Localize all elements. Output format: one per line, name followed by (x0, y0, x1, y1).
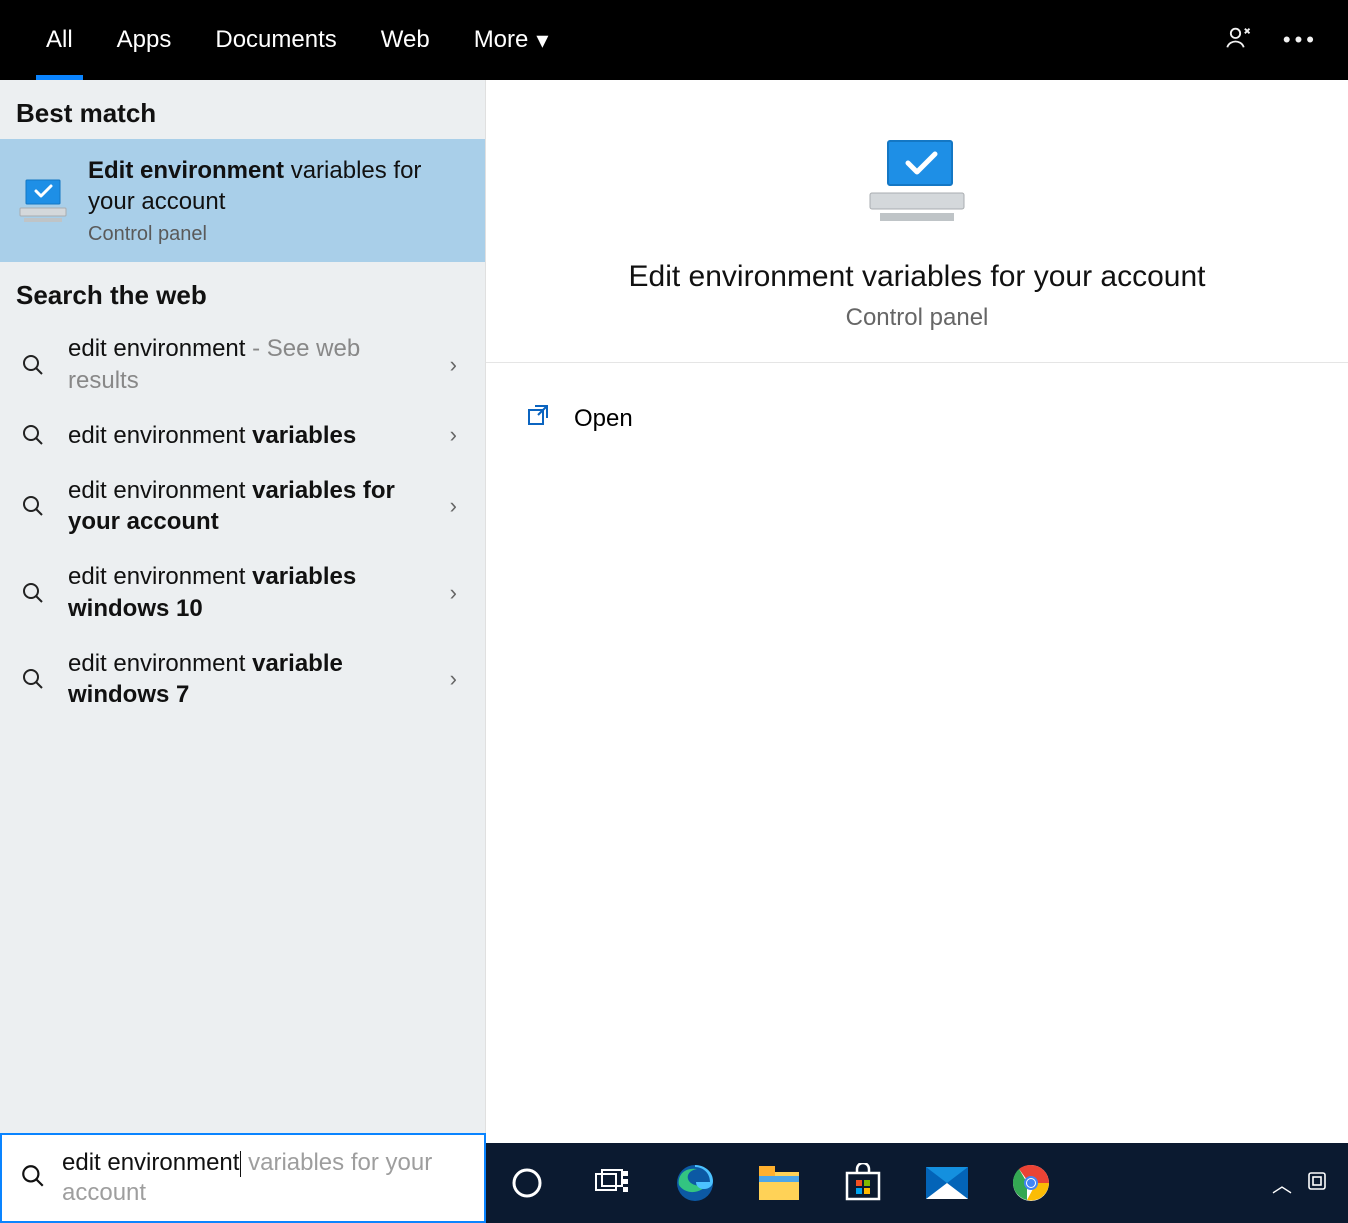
web-result-text: edit environment variables for your acco… (68, 475, 420, 537)
open-icon (526, 403, 550, 434)
web-result[interactable]: edit environment variables for your acco… (0, 463, 485, 549)
mail-icon[interactable] (926, 1162, 968, 1204)
tab-label: More (474, 26, 529, 54)
chevron-right-icon[interactable]: › (440, 666, 467, 692)
web-result[interactable]: edit environment variable windows 7 › (0, 636, 485, 722)
feedback-icon[interactable] (1225, 24, 1253, 57)
search-icon (20, 1163, 46, 1194)
web-result-text: edit environment variables windows 10 (68, 561, 420, 623)
results-panel: Best match Edit environment variables fo… (0, 80, 486, 1143)
caret-down-icon: ▾ (536, 26, 548, 55)
tab-label: Apps (117, 26, 172, 54)
control-panel-icon (18, 176, 68, 226)
web-result[interactable]: edit environment variables windows 10 › (0, 549, 485, 635)
file-explorer-icon[interactable] (758, 1162, 800, 1204)
tab-web[interactable]: Web (359, 0, 452, 80)
web-result[interactable]: edit environment - See web results › (0, 321, 485, 407)
web-result-text: edit environment - See web results (68, 333, 420, 395)
search-icon (18, 581, 48, 605)
tray-app-icon[interactable] (1306, 1170, 1328, 1197)
chevron-right-icon[interactable]: › (440, 352, 467, 378)
microsoft-store-icon[interactable] (842, 1162, 884, 1204)
more-options-icon[interactable]: ••• (1283, 27, 1318, 53)
detail-title: Edit environment variables for your acco… (486, 260, 1348, 294)
section-header-best-match: Best match (0, 80, 485, 139)
web-result-text: edit environment variable windows 7 (68, 648, 420, 710)
search-icon (18, 423, 48, 447)
chrome-icon[interactable] (1010, 1162, 1052, 1204)
tab-documents[interactable]: Documents (193, 0, 358, 80)
chevron-right-icon[interactable]: › (440, 422, 467, 448)
web-result[interactable]: edit environment variables › (0, 408, 485, 463)
tab-label: Web (381, 26, 430, 54)
search-filter-tabs: All Apps Documents Web More▾ ••• (0, 0, 1348, 80)
section-header-search-web: Search the web (0, 262, 485, 321)
search-icon (18, 353, 48, 377)
tab-label: Documents (215, 26, 336, 54)
tray-expand-icon[interactable]: ︿ (1272, 1169, 1292, 1198)
chevron-right-icon[interactable]: › (440, 580, 467, 606)
best-match-title: Edit environment variables for your acco… (88, 155, 467, 217)
detail-panel: Edit environment variables for your acco… (486, 80, 1348, 1143)
web-result-text: edit environment variables (68, 420, 420, 451)
tab-all[interactable]: All (24, 0, 95, 80)
tab-more[interactable]: More▾ (452, 0, 571, 80)
best-match-result[interactable]: Edit environment variables for your acco… (0, 139, 485, 262)
open-label: Open (574, 405, 633, 433)
search-input-display: edit environment variables for your acco… (62, 1148, 466, 1208)
detail-subtitle: Control panel (486, 304, 1348, 332)
tab-label: All (46, 26, 73, 54)
edge-icon[interactable] (674, 1162, 716, 1204)
search-icon (18, 667, 48, 691)
control-panel-large-icon (862, 135, 972, 235)
search-box[interactable]: edit environment variables for your acco… (0, 1133, 486, 1223)
cortana-icon[interactable] (506, 1162, 548, 1204)
task-view-icon[interactable] (590, 1162, 632, 1204)
best-match-subtitle: Control panel (88, 223, 467, 246)
search-icon (18, 494, 48, 518)
chevron-right-icon[interactable]: › (440, 493, 467, 519)
taskbar: ︿ (486, 1143, 1348, 1223)
tab-apps[interactable]: Apps (95, 0, 194, 80)
open-action[interactable]: Open (526, 393, 1308, 444)
